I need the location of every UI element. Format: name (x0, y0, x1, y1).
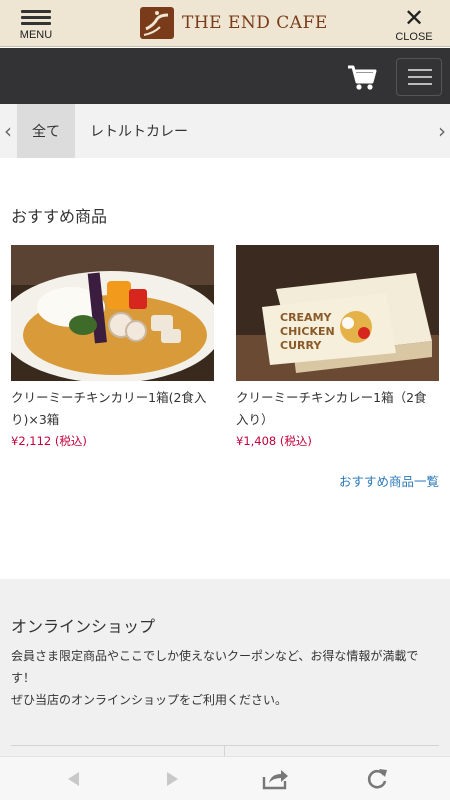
menu-button[interactable]: MENU (16, 8, 56, 42)
menu-label: MENU (19, 29, 53, 41)
price-value: ¥1,408 (236, 434, 277, 448)
hamburger-icon (21, 8, 51, 26)
product-price: ¥2,112 (税込) (11, 433, 214, 449)
shop-title: オンラインショップ (11, 617, 156, 636)
product-card[interactable]: CREAMY CHICKEN CURRY クリーミーチキンカレー1箱（2食入り）… (236, 245, 439, 449)
shop-description-line: ぜひ当店のオンラインショップをご利用ください。 (11, 693, 288, 707)
share-icon[interactable] (260, 765, 290, 793)
product-card[interactable]: クリーミーチキンカリー1箱(2食入り)×3箱 ¥2,112 (税込) (11, 245, 214, 449)
product-name[interactable]: クリーミーチキンカレー1箱（2食入り） (236, 387, 439, 431)
tax-label: (税込) (54, 434, 87, 448)
tax-label: (税込) (279, 434, 312, 448)
forward-icon[interactable] (158, 765, 188, 793)
recommended-more-link[interactable]: おすすめ商品一覧 (339, 471, 439, 490)
recommended-title: おすすめ商品 (11, 207, 108, 226)
logo-text: THE END CAFE (182, 13, 328, 33)
product-image[interactable] (11, 245, 214, 381)
category-tabs: ‹ 全て レトルトカレー › (0, 104, 450, 158)
close-label: CLOSE (395, 31, 433, 43)
svg-text:CURRY: CURRY (280, 339, 322, 352)
reload-icon[interactable] (362, 765, 392, 793)
shop-description-line: 会員さま限定商品やここでしか使えないクーポンなど、お得な情報が満載です！ (11, 649, 419, 685)
price-value: ¥2,112 (11, 434, 52, 448)
brand-bar: MENU THE END CAFE ✕ CLOSE (0, 0, 450, 47)
close-icon: ✕ (403, 4, 425, 32)
product-name[interactable]: クリーミーチキンカリー1箱(2食入り)×3箱 (11, 387, 214, 431)
tab-all[interactable]: 全て (17, 104, 75, 158)
svg-text:CREAMY: CREAMY (280, 311, 333, 324)
logo-mark-icon (140, 7, 174, 39)
cart-icon[interactable] (346, 64, 378, 92)
chevron-right-icon[interactable]: › (434, 104, 450, 158)
browser-toolbar (0, 756, 450, 800)
divider (11, 745, 439, 746)
back-icon[interactable] (58, 765, 88, 793)
site-header (0, 48, 450, 104)
close-button[interactable]: ✕ CLOSE (392, 6, 436, 43)
product-image[interactable]: CREAMY CHICKEN CURRY (236, 245, 439, 381)
nav-toggle-button[interactable] (396, 58, 442, 96)
svg-text:CHICKEN: CHICKEN (280, 325, 335, 338)
logo[interactable]: THE END CAFE (140, 5, 328, 41)
product-price: ¥1,408 (税込) (236, 433, 439, 449)
chevron-left-icon[interactable]: ‹ (0, 104, 16, 158)
shop-description: 会員さま限定商品やここでしか使えないクーポンなど、お得な情報が満載です！ ぜひ当… (11, 645, 441, 711)
tab-retort-curry[interactable]: レトルトカレー (90, 104, 200, 158)
